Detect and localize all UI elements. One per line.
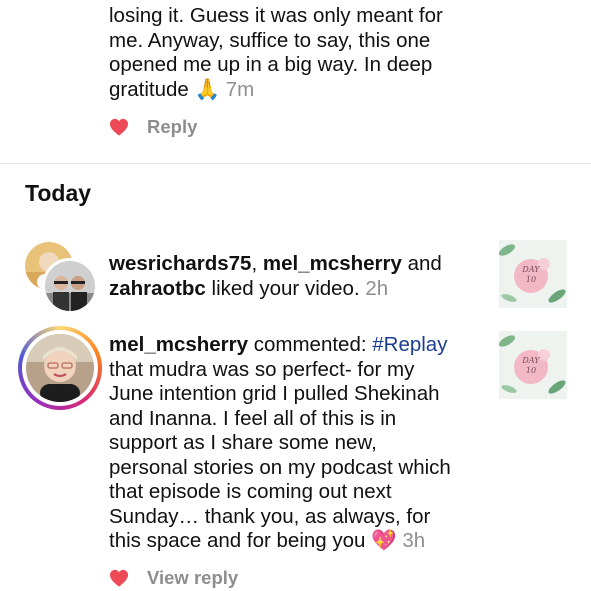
username-link[interactable]: wesrichards75 — [109, 252, 251, 275]
comment-line: and Inanna. I feel all of this is in — [109, 406, 397, 430]
top-reply-row: Reply — [109, 116, 197, 138]
video-thumbnail[interactable]: DAY 10 — [499, 240, 567, 308]
notification-like[interactable]: wesrichards75, mel_mcsherry and zahraotb… — [109, 252, 489, 301]
comment-line: support as I share some new, — [109, 431, 377, 454]
comment-line-last: gratitude 🙏 7m — [109, 78, 529, 103]
comment-line: this space and for being you — [109, 529, 366, 552]
comment-line: that mudra was so perfect- for my — [109, 357, 415, 381]
section-divider — [0, 163, 591, 164]
separator: , — [251, 252, 263, 275]
video-thumbnail[interactable]: DAY 10 — [499, 331, 567, 399]
previous-comment: losing it. Guess it was only meant for m… — [109, 4, 529, 102]
comment-line: that episode is coming out next — [109, 480, 392, 503]
conjunction: and — [401, 252, 442, 275]
notification-comment[interactable]: mel_mcsherry commented: #Replay that mud… — [109, 333, 489, 554]
comment-line: gratitude — [109, 77, 189, 101]
thumbnail-day-number: 10 — [526, 275, 536, 284]
thumbnail-day-label: DAY — [521, 265, 540, 274]
comment-line: opened me up in a big way. In deep — [109, 53, 433, 76]
timestamp: 3h — [402, 529, 426, 552]
notification-line: wesrichards75, mel_mcsherry and — [109, 252, 489, 277]
comment-line: losing it. Guess it was only meant for — [109, 4, 443, 27]
timestamp: 2h — [365, 276, 389, 300]
comment-line: Sunday… thank you, as always, for — [109, 504, 431, 528]
section-heading-today: Today — [25, 180, 92, 206]
reply-button[interactable]: Reply — [147, 116, 197, 138]
heart-icon[interactable] — [109, 569, 129, 587]
username-link[interactable]: mel_mcsherry — [109, 333, 248, 356]
username-link[interactable]: zahraotbc — [109, 277, 206, 300]
timestamp: 7m — [225, 77, 255, 101]
comment-line: personal stories on my podcast which — [109, 455, 451, 479]
thumbnail-day-number: 10 — [526, 366, 536, 375]
hashtag-link[interactable]: #Replay — [372, 333, 447, 356]
view-reply-button[interactable]: View reply — [147, 567, 238, 589]
notification-line: mel_mcsherry commented: #Replay — [109, 333, 489, 358]
notification-line: zahraotbc liked your video. 2h — [109, 277, 489, 302]
sparkling-heart-emoji-icon: 💖 — [371, 529, 397, 552]
heart-icon[interactable] — [109, 118, 129, 136]
comment-line: June intention grid I pulled Shekinah — [109, 382, 440, 405]
comment-line: me. Anyway, suffice to say, this one — [109, 28, 431, 52]
view-reply-row: View reply — [109, 567, 238, 589]
action-text: liked your video. — [205, 276, 360, 300]
comment-line-last: this space and for being you 💖 3h — [109, 529, 489, 554]
pray-emoji-icon: 🙏 — [194, 77, 221, 101]
action-text: commented: — [248, 333, 373, 356]
avatar-mel-mcsherry[interactable] — [26, 334, 94, 402]
thumbnail-day-label: DAY — [521, 356, 540, 365]
avatar-mel-mcsherry-small[interactable] — [42, 258, 98, 314]
username-link[interactable]: mel_mcsherry — [263, 252, 402, 275]
story-ring[interactable] — [18, 326, 102, 410]
